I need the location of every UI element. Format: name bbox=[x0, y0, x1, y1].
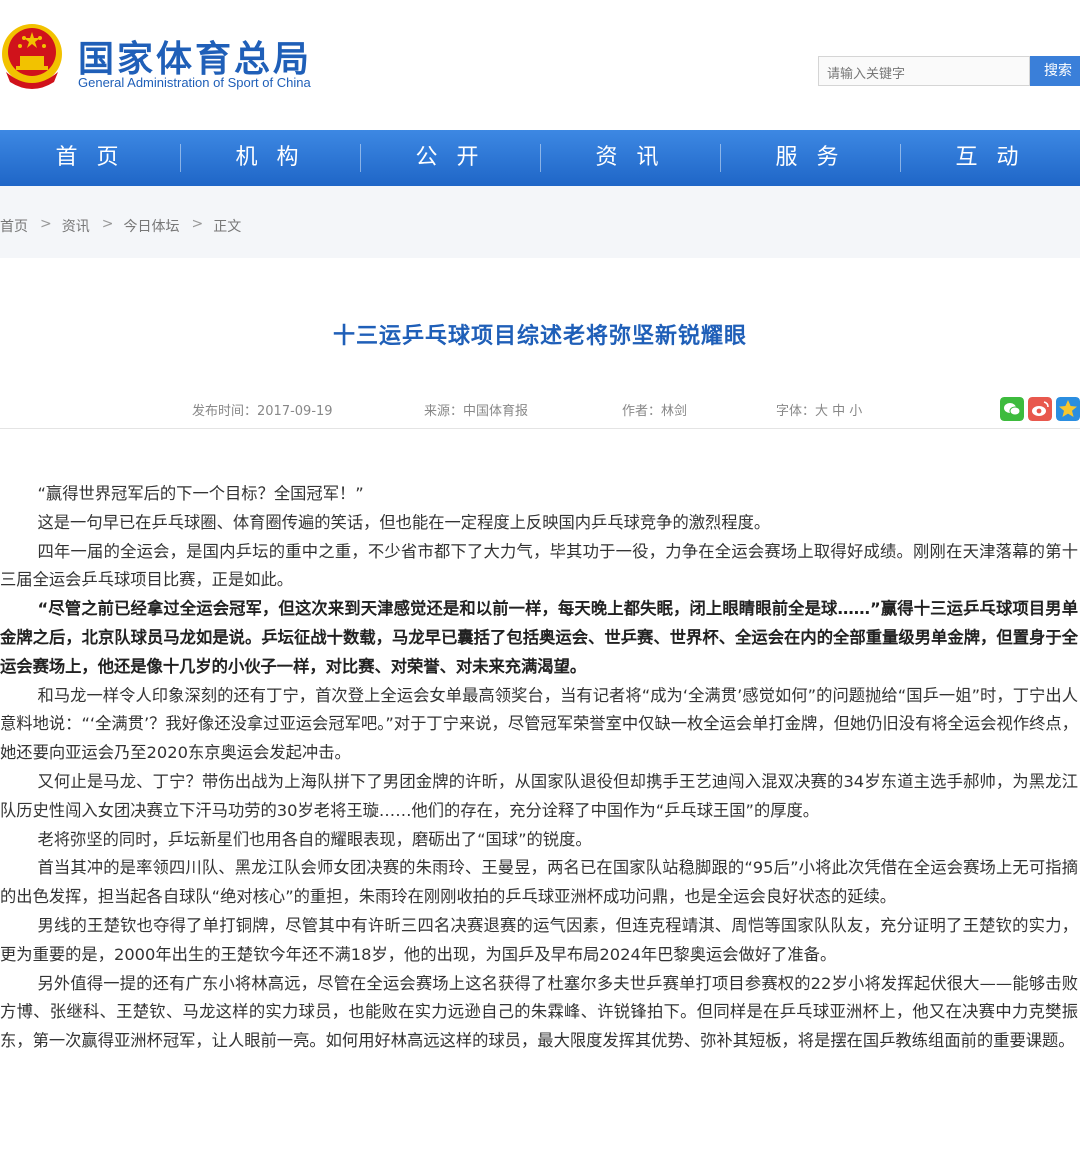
article-paragraph: 和马龙一样令人印象深刻的还有丁宁，首次登上全运会女单最高领奖台，当有记者将“成为… bbox=[0, 685, 1078, 763]
article-paragraph: 另外值得一提的还有广东小将林高远，尽管在全运会赛场上这名获得了杜塞尔多夫世乒赛单… bbox=[0, 973, 1078, 1051]
breadcrumb-home[interactable]: 首页 bbox=[0, 216, 28, 236]
breadcrumb-separator: > bbox=[191, 216, 204, 232]
article-paragraph-highlight: “尽管之前已经拿过全运会冠军，但这次来到天津感觉还是和以前一样，每天晚上都失眠，… bbox=[0, 599, 1078, 676]
article-author: 作者：林剑 bbox=[622, 404, 688, 419]
article-paragraph: “赢得世界冠军后的下一个目标？全国冠军！” bbox=[37, 484, 364, 503]
breadcrumb: 首页 > 资讯 > 今日体坛 > 正文 bbox=[0, 216, 251, 236]
font-size-selector[interactable]: 字体：大 中 小 bbox=[776, 400, 862, 419]
search-input[interactable]: 请输入关键字 bbox=[818, 56, 1030, 86]
breadcrumb-today-sports[interactable]: 今日体坛 bbox=[123, 216, 179, 236]
qzone-icon[interactable] bbox=[1056, 397, 1080, 421]
breadcrumb-separator: > bbox=[40, 216, 52, 232]
article-paragraph: 四年一届的全运会，是国内乒坛的重中之重，不少省市都下了大力气，毕其功于一役，力争… bbox=[0, 541, 1078, 590]
breadcrumb-separator: > bbox=[101, 216, 114, 232]
nav-item-public[interactable]: 公 开 bbox=[360, 130, 540, 186]
nav-item-news[interactable]: 资 讯 bbox=[540, 130, 720, 186]
article-title: 十三运乒乓球项目综述老将弥坚新锐耀眼 bbox=[332, 324, 747, 349]
breadcrumb-news[interactable]: 资讯 bbox=[62, 216, 90, 236]
article-body: “赢得世界冠军后的下一个目标？全国冠军！” 这是一句早已在乒乓球圈、体育圈传遍的… bbox=[0, 480, 1078, 1056]
wechat-icon[interactable] bbox=[1000, 397, 1024, 421]
article-source: 来源：中国体育报 bbox=[424, 404, 529, 419]
site-header: 国家体育总局 General Administration of Sport o… bbox=[0, 0, 1080, 130]
breadcrumb-current: 正文 bbox=[213, 219, 242, 235]
meta-divider bbox=[0, 428, 1080, 429]
search-button[interactable]: 搜索 bbox=[1030, 56, 1080, 86]
main-nav: 首 页 机 构 公 开 资 讯 服 务 互 动 bbox=[0, 130, 1080, 186]
nav-item-services[interactable]: 服 务 bbox=[720, 130, 900, 186]
national-emblem-icon bbox=[2, 24, 62, 89]
share-bar bbox=[1000, 397, 1080, 421]
nav-item-interaction[interactable]: 互 动 bbox=[900, 130, 1080, 186]
weibo-icon[interactable] bbox=[1028, 397, 1052, 421]
article-paragraph: 这是一句早已在乒乓球圈、体育圈传遍的笑话，但也能在一定程度上反映国内乒乓球竞争的… bbox=[37, 512, 771, 532]
publish-time: 发布时间：2017-09-19 bbox=[192, 404, 333, 419]
site-subtitle: General Administration of Sport of China bbox=[78, 75, 311, 90]
nav-item-home[interactable]: 首 页 bbox=[0, 130, 180, 186]
article-paragraph: 首当其冲的是率领四川队、黑龙江队会师女团决赛的朱雨玲、王曼昱，两名已在国家队站稳… bbox=[0, 858, 1078, 907]
article-paragraph: 老将弥坚的同时，乒坛新星们也用各自的耀眼表现，磨砺出了“国球”的锐度。 bbox=[37, 829, 592, 849]
article-paragraph: 男线的王楚钦也夺得了单打铜牌，尽管其中有许昕三四名决赛退赛的运气因素，但连克程靖… bbox=[0, 915, 1078, 964]
article-paragraph: 又何止是马龙、丁宁？带伤出战为上海队拼下了男团金牌的许昕，从国家队退役但却携手王… bbox=[0, 771, 1078, 820]
nav-item-organization[interactable]: 机 构 bbox=[180, 130, 360, 186]
